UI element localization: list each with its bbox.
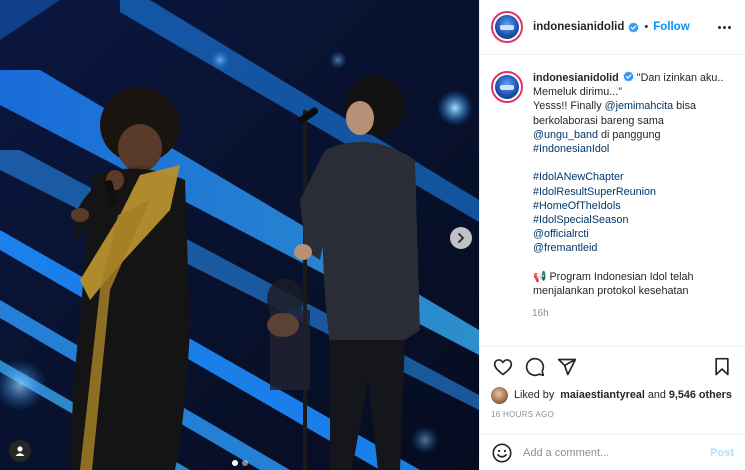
instagram-post: indonesianidolid • Follow indonesianidol… <box>0 0 745 470</box>
caption-text-span: Yesss!! Finally <box>533 100 605 113</box>
liker-username[interactable]: maiaestiantyreal <box>560 389 645 401</box>
hashtag-link[interactable]: #IndonesianIdol <box>533 143 609 155</box>
likes-and-label: and <box>647 389 666 401</box>
caption-line: #IdolSpecialSeason <box>533 213 729 227</box>
concert-photo <box>0 0 479 470</box>
caption-avatar[interactable] <box>491 71 523 103</box>
carousel-dot-2 <box>241 460 248 466</box>
caption-line: Memeluk dirimu..." <box>533 85 729 99</box>
caption-line: #IdolANewChapter <box>533 170 729 184</box>
bookmark-icon <box>715 357 729 375</box>
caption-line: 📢 Program Indonesian Idol telah <box>533 270 729 284</box>
caption-text-span: bisa <box>673 100 696 113</box>
comment-input[interactable] <box>523 446 711 459</box>
post-comment-button[interactable]: Post <box>710 447 734 459</box>
caption-text-span: di panggung <box>598 128 661 141</box>
verified-badge-icon <box>623 71 634 82</box>
caption: indonesianidolid "Dan izinkan aku.. Memel… <box>491 71 731 298</box>
liker-avatar[interactable] <box>491 386 508 404</box>
caption-text-span: berkolaborasi bareng sama <box>533 114 664 127</box>
hashtag-link[interactable]: #HomeOfTheIdols <box>533 200 621 212</box>
mention-link[interactable]: @ungu_band <box>533 129 598 141</box>
mention-link[interactable]: @fremantleid <box>533 242 597 254</box>
caption-line <box>533 256 729 270</box>
caption-line: @fremantleid <box>533 241 729 255</box>
caption-line: #IndonesianIdol <box>533 142 729 156</box>
post-header: indonesianidolid • Follow <box>480 0 745 55</box>
account-avatar[interactable] <box>491 11 523 43</box>
carousel-dot-1 <box>231 460 238 466</box>
next-slide-button[interactable] <box>450 227 472 249</box>
caption-text-span: "Dan izinkan aku.. <box>636 72 724 84</box>
caption-line: #HomeOfTheIdols <box>533 199 729 213</box>
caption-line: @ungu_band di panggung <box>533 128 729 142</box>
caption-line <box>533 156 729 170</box>
hashtag-link[interactable]: #IdolResultSuperReunion <box>533 186 656 198</box>
like-button[interactable] <box>491 355 515 379</box>
hashtag-link[interactable]: #IdolANewChapter <box>533 171 624 183</box>
caption-text-span: menjalankan protokol kesehatan <box>533 285 689 298</box>
caption-line: @officialrcti <box>533 227 729 241</box>
caption-line: Yesss!! Finally @jemimahcita bisa <box>533 99 729 113</box>
mention-link[interactable]: @officialrcti <box>533 228 589 240</box>
header-separator: • <box>644 21 649 33</box>
post-timestamp[interactable]: 16 HOURS AGO <box>480 410 745 422</box>
caption-username[interactable]: indonesianidolid <box>533 72 619 84</box>
heart-icon <box>493 358 513 375</box>
save-button[interactable] <box>710 355 734 379</box>
post-side-panel: indonesianidolid • Follow indonesianidol… <box>479 0 745 470</box>
carousel-indicator <box>0 460 479 466</box>
caption-text-span: 📢 Program Indonesian Idol telah <box>533 270 694 283</box>
comments-area: indonesianidolid "Dan izinkan aku.. Memel… <box>480 55 745 346</box>
caption-line: berkolaborasi bareng sama <box>533 114 729 128</box>
next-arrow-icon <box>458 233 464 243</box>
liked-by-label: Liked by <box>514 389 555 401</box>
account-username[interactable]: indonesianidolid <box>533 21 624 33</box>
caption-line: indonesianidolid "Dan izinkan aku.. <box>533 71 729 85</box>
caption-text-span: Memeluk dirimu..." <box>533 86 623 99</box>
comment-icon <box>525 357 545 376</box>
likes-others-count[interactable]: 9,546 others <box>669 389 732 401</box>
caption-age[interactable]: 16h <box>532 308 731 319</box>
verified-badge-icon <box>628 21 639 33</box>
mention-link[interactable]: @jemimahcita <box>605 100 674 112</box>
share-icon <box>557 358 577 375</box>
action-bar <box>480 346 745 386</box>
emoji-icon[interactable] <box>491 442 513 464</box>
hashtag-link[interactable]: #IdolSpecialSeason <box>533 214 628 226</box>
caption-line: menjalankan protokol kesehatan <box>533 284 729 298</box>
share-button[interactable] <box>555 355 579 379</box>
likes-summary: Liked by maiaestiantyreal and 9,546 othe… <box>480 386 745 404</box>
more-options-icon[interactable] <box>718 25 731 29</box>
caption-text: indonesianidolid "Dan izinkan aku.. Memel… <box>533 71 729 298</box>
add-comment-bar: Post <box>480 434 745 470</box>
caption-line: #IdolResultSuperReunion <box>533 185 729 199</box>
user-tag-icon <box>15 446 25 456</box>
tagged-users-button[interactable] <box>9 440 31 462</box>
follow-button[interactable]: Follow <box>653 21 689 33</box>
comment-button[interactable] <box>523 355 547 379</box>
post-media[interactable] <box>0 0 479 470</box>
